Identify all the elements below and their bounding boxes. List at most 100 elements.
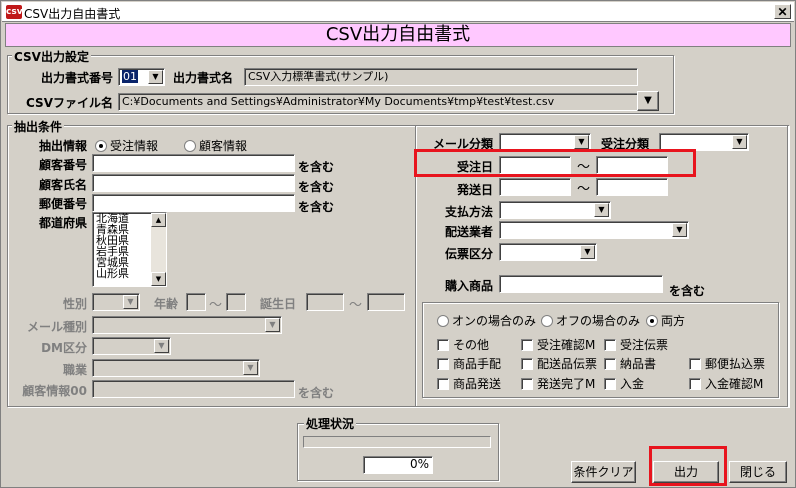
radio-customer-info-label: 顧客情報 (199, 139, 248, 153)
flag-label: 受注確認M (537, 338, 596, 352)
mode-both-label: 両方 (661, 314, 686, 328)
conditions-legend: 抽出条件 (12, 118, 65, 135)
flag-checkbox[interactable]: 受注伝票 (604, 336, 668, 353)
window-title: CSV出力自由書式 (24, 7, 121, 21)
dm-select[interactable]: ▼ (92, 337, 171, 355)
flag-checkbox[interactable]: 郵便払込票 (689, 355, 765, 372)
chevron-down-icon[interactable]: ▼ (574, 135, 589, 149)
checkbox-icon (521, 358, 533, 370)
flag-checkbox[interactable]: 商品発送 (437, 375, 501, 392)
chevron-down-icon[interactable]: ▼ (243, 361, 258, 375)
dm-label: DM区分 (41, 341, 87, 355)
format-name-label: 出力書式名 (173, 71, 234, 85)
checkbox-icon (437, 339, 449, 351)
flag-label: 配送品伝票 (537, 357, 598, 371)
age-to-input[interactable] (226, 293, 246, 311)
job-select[interactable]: ▼ (92, 359, 260, 377)
close-window-button[interactable]: ✕ (774, 4, 791, 19)
postal-code-input[interactable] (92, 194, 295, 212)
checkbox-icon (521, 339, 533, 351)
radio-customer-info[interactable]: 顧客情報 (184, 137, 247, 154)
ship-date-tilde: 〜 (577, 182, 591, 197)
payment-select[interactable]: ▼ (499, 201, 611, 219)
chevron-down-icon[interactable]: ▼ (154, 339, 169, 353)
csv-app-icon: csv (6, 5, 23, 19)
birthday-label: 誕生日 (260, 297, 297, 311)
mode-off-radio[interactable]: オフの場合のみ (541, 312, 640, 329)
prefecture-scrollbar[interactable]: ▲ ▼ (151, 213, 166, 286)
flag-label: 発送完了M (537, 377, 596, 391)
chevron-down-icon[interactable]: ▼ (732, 135, 747, 149)
radio-unselected-icon (184, 140, 196, 152)
flag-checkbox[interactable]: 受注確認M (521, 336, 595, 353)
chevron-down-icon[interactable]: ▼ (580, 245, 595, 259)
flag-checkbox[interactable]: 納品書 (604, 355, 656, 372)
chevron-down-icon[interactable]: ▼ (594, 203, 609, 217)
flag-checkbox[interactable]: 入金確認M (689, 375, 763, 392)
radio-order-info-label: 受注情報 (110, 139, 159, 153)
format-no-value: 01 (122, 70, 138, 83)
scroll-up-icon[interactable]: ▲ (151, 213, 166, 227)
format-no-select[interactable]: 01 ▼ (118, 68, 165, 86)
customer-no-label: 顧客番号 (38, 158, 87, 172)
info-type-label: 抽出情報 (38, 139, 87, 153)
clear-conditions-button[interactable]: 条件クリア (571, 461, 636, 483)
scroll-down-icon[interactable]: ▼ (151, 272, 166, 286)
checkbox-icon (437, 358, 449, 370)
flag-checkbox[interactable]: 配送品伝票 (521, 355, 597, 372)
mode-both-radio[interactable]: 両方 (646, 312, 685, 329)
postal-code-label: 郵便番号 (38, 197, 87, 211)
customer-name-contains: を含む (298, 180, 335, 194)
flag-label: その他 (453, 338, 490, 352)
age-from-input[interactable] (186, 293, 206, 311)
carrier-select[interactable]: ▼ (499, 221, 689, 239)
flag-checkbox[interactable]: 発送完了M (521, 375, 595, 392)
gender-select[interactable]: ▼ (92, 293, 140, 311)
product-input[interactable] (499, 275, 663, 293)
product-contains: を含む (669, 284, 706, 298)
flag-label: 郵便払込票 (705, 357, 766, 371)
customer-name-label: 顧客氏名 (38, 178, 87, 192)
checkbox-icon (521, 378, 533, 390)
prefecture-listbox[interactable]: 北海道 青森県 秋田県 岩手県 宮城県 山形県 ▲ ▼ (92, 212, 167, 287)
chevron-down-icon[interactable]: ▼ (265, 318, 280, 332)
customer-no-contains: を含む (298, 160, 335, 174)
csv-file-label: CSVファイル名 (26, 96, 113, 110)
job-label: 職業 (62, 363, 87, 377)
chevron-down-icon[interactable]: ▼ (123, 295, 138, 309)
mode-on-radio[interactable]: オンの場合のみ (437, 312, 536, 329)
flag-checkbox[interactable]: その他 (437, 336, 489, 353)
age-tilde: 〜 (209, 298, 223, 313)
radio-selected-icon (646, 315, 658, 327)
close-icon: ✕ (777, 4, 788, 19)
progress-percent: 0% (363, 456, 433, 474)
checkbox-icon (437, 378, 449, 390)
flag-checkbox[interactable]: 商品手配 (437, 355, 501, 372)
chevron-down-icon[interactable]: ▼ (672, 223, 687, 237)
flag-label: 納品書 (620, 357, 657, 371)
customer-info-input[interactable] (92, 380, 295, 398)
chevron-down-icon[interactable]: ▼ (148, 70, 163, 84)
customer-info-contains: を含む (298, 386, 335, 400)
customer-no-input[interactable] (92, 154, 295, 172)
radio-order-info[interactable]: 受注情報 (95, 137, 158, 154)
ship-date-from-input[interactable] (499, 178, 571, 196)
checkbox-icon (604, 358, 616, 370)
customer-name-input[interactable] (92, 174, 295, 192)
browse-file-button[interactable]: ▼ (637, 91, 659, 111)
flag-checkbox[interactable]: 入金 (604, 375, 644, 392)
chevron-down-icon: ▼ (644, 95, 652, 106)
birthday-from-input[interactable] (306, 293, 344, 311)
mail-type-select[interactable]: ▼ (92, 316, 282, 334)
output-button-highlight (649, 446, 727, 486)
age-label: 年齢 (154, 297, 179, 311)
customer-info-label: 顧客情報00 (22, 384, 87, 398)
flag-label: 入金 (620, 377, 645, 391)
page-banner: CSV出力自由書式 (5, 23, 791, 47)
close-button[interactable]: 閉じる (729, 461, 787, 483)
birthday-to-input[interactable] (367, 293, 405, 311)
gender-label: 性別 (62, 297, 87, 311)
postal-code-contains: を含む (298, 200, 335, 214)
slip-select[interactable]: ▼ (499, 243, 597, 261)
ship-date-to-input[interactable] (596, 178, 668, 196)
